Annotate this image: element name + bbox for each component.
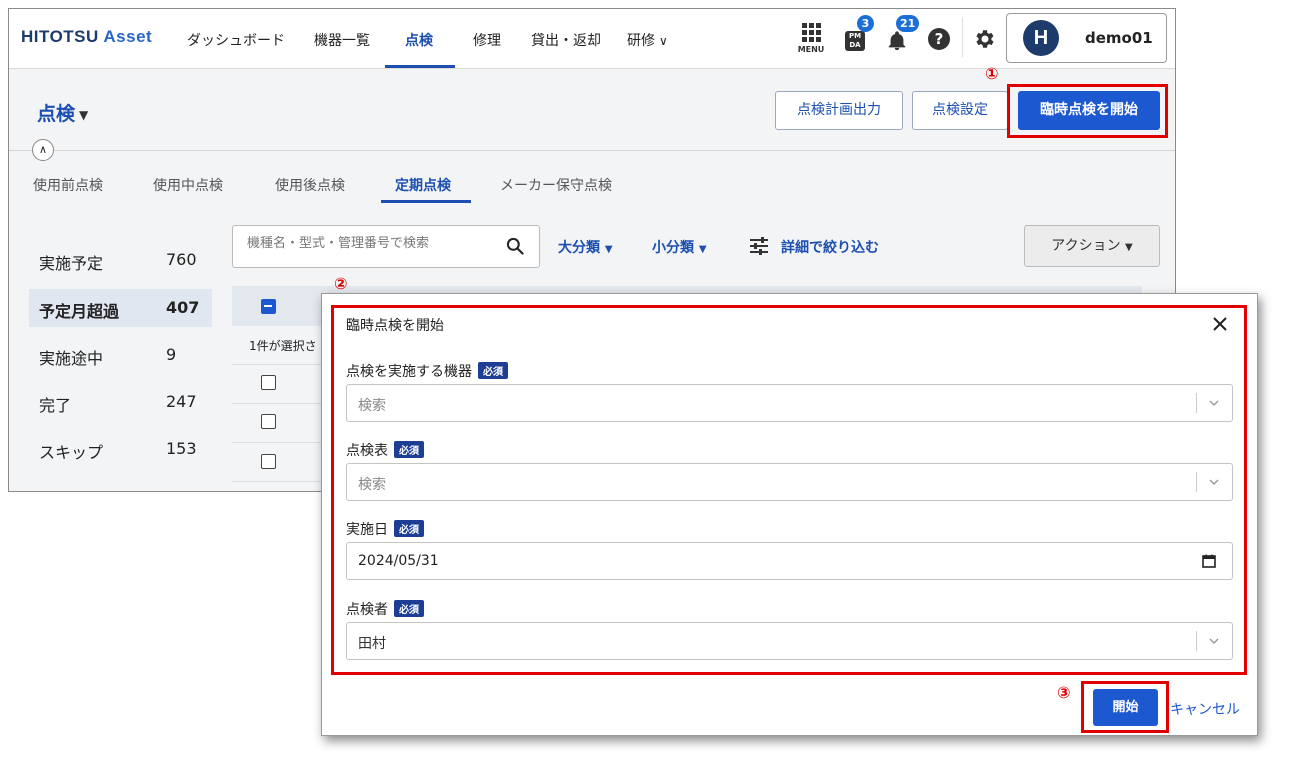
- user-name: demo01: [1085, 29, 1153, 47]
- row-checkbox[interactable]: [261, 414, 276, 429]
- annotation-marker-3: ③: [1057, 683, 1071, 702]
- header-divider: [962, 17, 963, 57]
- inspection-settings-button[interactable]: 点検設定: [912, 91, 1008, 130]
- row-divider: [232, 403, 332, 404]
- screenshot-stage: HITOTSU Asset ダッシュボード 機器一覧 点検 修理 貸出・返却 研…: [0, 0, 1297, 774]
- bell-icon[interactable]: [886, 29, 908, 53]
- row-divider: [232, 481, 332, 482]
- tab-before-use[interactable]: 使用前点検: [33, 175, 103, 195]
- sidebar-item-count: 153: [166, 439, 197, 458]
- logo-accent-text: Asset: [103, 27, 153, 46]
- search-input[interactable]: [247, 236, 487, 251]
- sidebar-item-scheduled[interactable]: 実施予定 760: [29, 241, 212, 279]
- sidebar-item-label: スキップ: [39, 443, 104, 462]
- row-divider: [232, 442, 332, 443]
- selected-count-text: 1件が選択さ: [249, 339, 317, 353]
- caret-down-icon: ▼: [604, 244, 613, 255]
- sliders-icon[interactable]: [749, 237, 769, 255]
- pmda-text-bottom: DA: [849, 41, 861, 49]
- major-category-filter[interactable]: 大分類 ▼: [558, 237, 613, 257]
- nav-training-label: 研修: [627, 33, 655, 49]
- action-label: アクション: [1051, 238, 1121, 254]
- nav-inspection[interactable]: 点検: [405, 30, 433, 50]
- grid-menu-icon: [801, 23, 821, 42]
- tab-maker-maintenance[interactable]: メーカー保守点検: [500, 175, 612, 195]
- major-category-label: 大分類: [558, 240, 600, 256]
- select-all-checkbox[interactable]: [261, 299, 276, 314]
- sidebar-item-label: 実施途中: [39, 349, 104, 368]
- chevron-down-icon: ∨: [659, 34, 668, 48]
- annotation-box-1: [1007, 84, 1168, 138]
- menu-button[interactable]: MENU: [795, 23, 827, 54]
- sidebar-item-count: 9: [166, 345, 177, 364]
- annotation-box-2: [331, 305, 1247, 675]
- nav-dashboard[interactable]: ダッシュボード: [187, 30, 285, 50]
- tab-during-use[interactable]: 使用中点検: [153, 175, 223, 195]
- action-dropdown-button[interactable]: アクション ▼: [1024, 225, 1160, 267]
- nav-lending[interactable]: 貸出・返却: [531, 30, 601, 50]
- menu-label: MENU: [797, 45, 825, 54]
- minor-category-label: 小分類: [652, 240, 694, 256]
- sidebar-item-label: 実施予定: [39, 254, 104, 273]
- notification-badge: 21: [896, 15, 920, 32]
- sidebar-item-completed[interactable]: 完了 247: [29, 383, 212, 421]
- pmda-icon[interactable]: PM DA: [845, 31, 865, 51]
- plan-output-button[interactable]: 点検計画出力: [775, 91, 903, 130]
- tab-active-indicator: [381, 200, 471, 203]
- nav-training[interactable]: 研修 ∨: [627, 30, 668, 50]
- top-navigation-bar: HITOTSU Asset ダッシュボード 機器一覧 点検 修理 貸出・返却 研…: [9, 9, 1175, 69]
- sidebar-item-count: 407: [166, 298, 200, 317]
- search-icon[interactable]: [505, 236, 525, 256]
- sidebar-item-in-progress[interactable]: 実施途中 9: [29, 336, 212, 374]
- sidebar-item-label: 予定月超過: [39, 302, 120, 321]
- annotation-marker-1: ①: [985, 64, 999, 83]
- annotation-marker-2: ②: [334, 274, 348, 293]
- row-divider: [232, 364, 332, 365]
- detail-filter-link[interactable]: 詳細で絞り込む: [781, 237, 879, 257]
- caret-down-icon: ▼: [79, 107, 89, 122]
- collapse-toggle-icon[interactable]: ∧: [32, 139, 54, 161]
- help-icon[interactable]: ?: [928, 28, 950, 50]
- sidebar-item-count: 247: [166, 392, 197, 411]
- brand-logo[interactable]: HITOTSU Asset: [21, 27, 152, 47]
- cancel-button[interactable]: キャンセル: [1170, 699, 1240, 719]
- sidebar-item-skipped[interactable]: スキップ 153: [29, 430, 212, 468]
- pmda-text-top: PM: [848, 32, 862, 40]
- page-title-text: 点検: [37, 103, 76, 125]
- pmda-badge: 3: [857, 15, 874, 32]
- sidebar-item-label: 完了: [39, 396, 72, 415]
- annotation-box-3: [1081, 681, 1169, 733]
- caret-down-icon: ▼: [1125, 242, 1133, 253]
- nav-device-list[interactable]: 機器一覧: [314, 30, 370, 50]
- search-box: [232, 225, 540, 268]
- sidebar-item-count: 760: [166, 250, 197, 269]
- row-checkbox[interactable]: [261, 454, 276, 469]
- avatar: H: [1023, 20, 1059, 56]
- tab-after-use[interactable]: 使用後点検: [275, 175, 345, 195]
- tab-periodic[interactable]: 定期点検: [395, 175, 451, 195]
- nav-repair[interactable]: 修理: [473, 30, 501, 50]
- caret-down-icon: ▼: [698, 244, 707, 255]
- page-title[interactable]: 点検 ▼: [37, 99, 88, 126]
- minor-category-filter[interactable]: 小分類 ▼: [652, 237, 707, 257]
- gear-icon[interactable]: [973, 27, 997, 51]
- section-divider: [9, 150, 1175, 151]
- nav-active-indicator: [385, 65, 455, 68]
- sidebar-item-overdue[interactable]: 予定月超過 407: [29, 289, 212, 327]
- user-account-button[interactable]: H demo01: [1006, 13, 1167, 63]
- row-checkbox[interactable]: [261, 375, 276, 390]
- logo-text: HITOTSU: [21, 27, 104, 46]
